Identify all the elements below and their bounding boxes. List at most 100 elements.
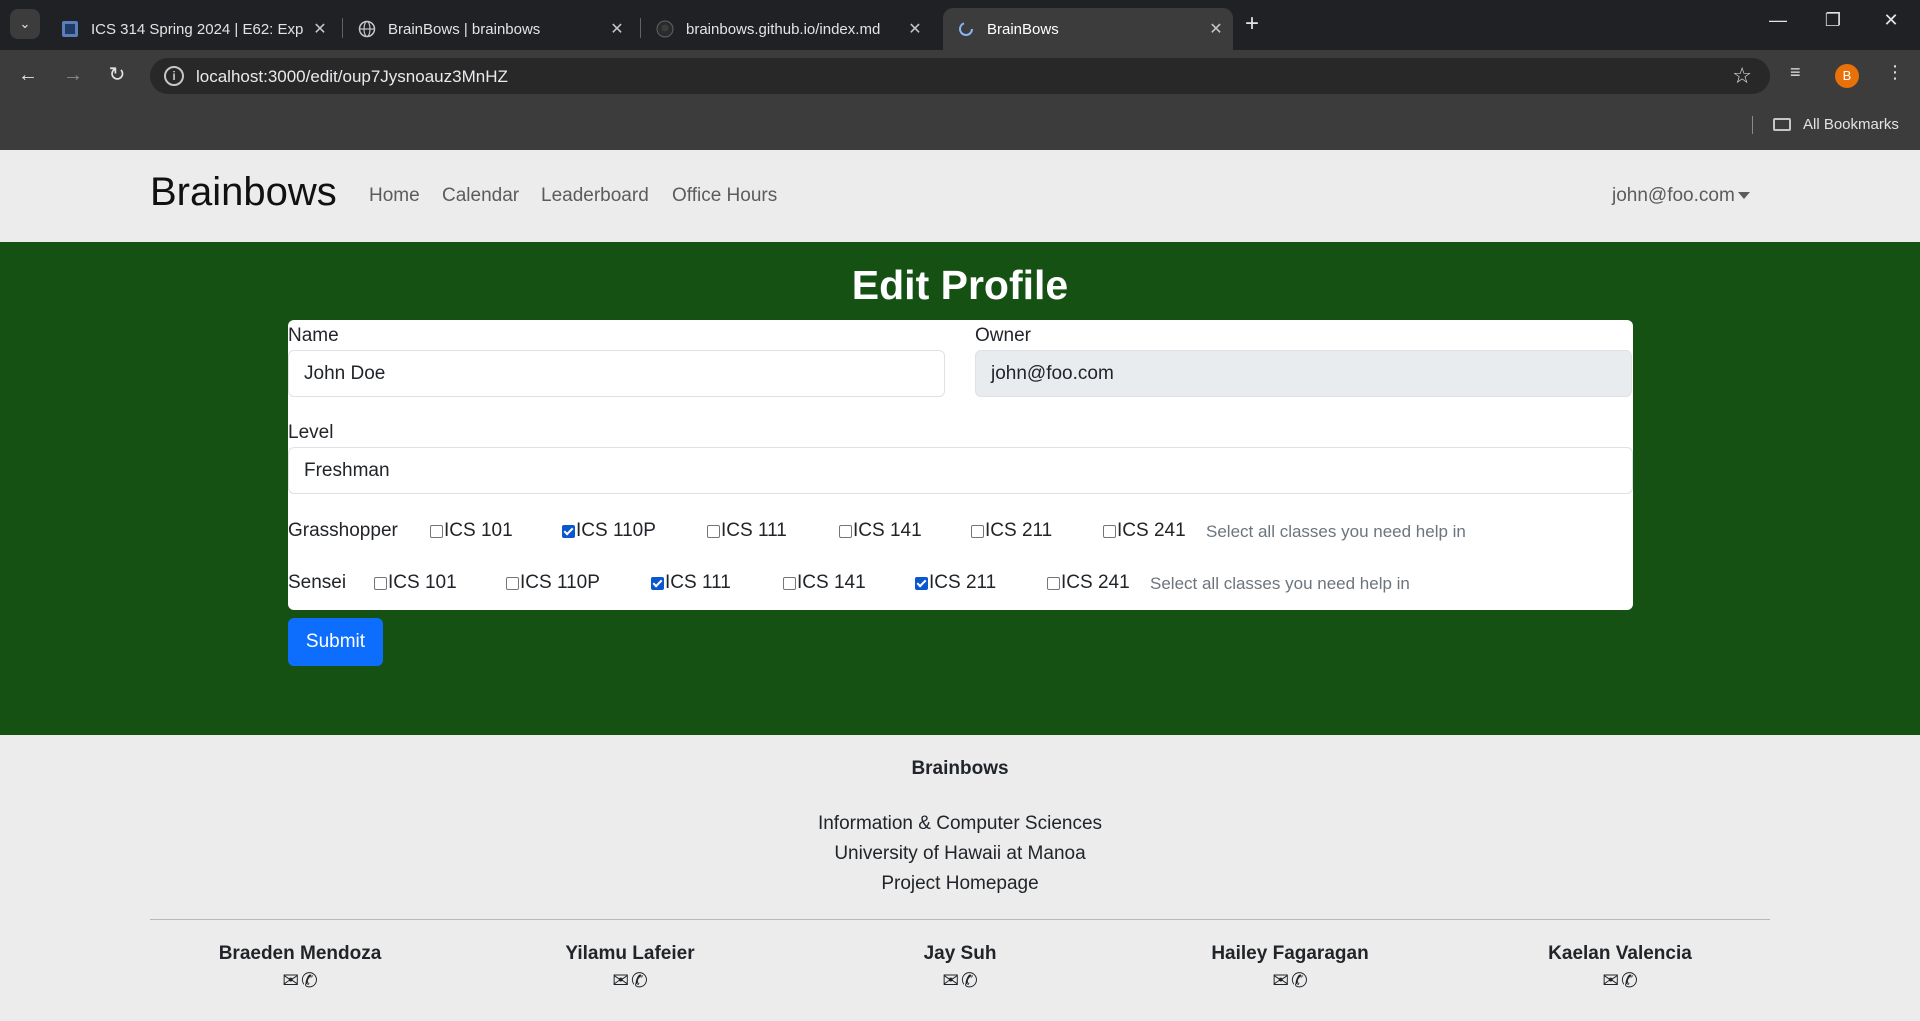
url-text[interactable]: localhost:3000/edit/oup7Jysnoauz3MnHZ [196,67,508,87]
checkbox-icon[interactable] [1103,524,1116,538]
checkbox-label: ICS 101 [444,520,513,541]
checkbox-label: ICS 110P [520,572,600,593]
grasshopper-ics110p-checkbox[interactable]: ICS 110P [562,520,656,542]
level-label: Level [288,422,334,443]
browser-tab-title: BrainBows [987,20,1059,38]
globe-icon [358,20,376,38]
caret-down-icon [1737,192,1750,200]
browser-tab-title: ICS 314 Spring 2024 | E62: Exp [91,20,304,38]
forward-arrow-icon[interactable]: → [60,62,86,88]
kebab-menu-icon[interactable]: ⋮ [1886,62,1904,83]
minimize-icon[interactable]: — [1763,10,1793,31]
grasshopper-ics111-checkbox[interactable]: ICS 111 [707,520,787,542]
nav-link-leaderboard[interactable]: Leaderboard [541,185,649,207]
team-member-card: Yilamu Lafeier ✉ ✆ [465,943,795,992]
team-member-card: Braeden Mendoza ✉ ✆ [135,943,465,992]
close-icon[interactable]: ✕ [309,19,331,39]
address-bar[interactable]: i localhost:3000/edit/oup7Jysnoauz3MnHZ … [150,58,1770,94]
envelope-icon[interactable]: ✉ [1272,971,1289,991]
window-close-icon[interactable]: ✕ [1876,10,1906,31]
checkbox-label: ICS 111 [665,572,731,593]
grasshopper-ics211-checkbox[interactable]: ICS 211 [971,520,1052,542]
browser-tab-title: brainbows.github.io/index.md [686,20,881,38]
browser-tab-1[interactable]: ICS 314 Spring 2024 | E62: Exp ✕ [47,8,337,50]
phone-icon[interactable]: ✆ [631,971,648,991]
name-input[interactable]: John Doe [288,350,945,397]
sensei-ics241-checkbox[interactable]: ICS 241 [1047,572,1130,594]
browser-tab-2[interactable]: BrainBows | brainbows ✕ [344,8,634,50]
site-info-icon[interactable]: i [164,66,184,86]
close-icon[interactable]: ✕ [1205,19,1227,39]
phone-icon[interactable]: ✆ [301,971,318,991]
profile-avatar[interactable]: B [1835,64,1859,88]
footer-project-homepage-link[interactable]: Project Homepage [0,873,1920,895]
grasshopper-ics101-checkbox[interactable]: ICS 101 [430,520,513,542]
grasshopper-ics141-checkbox[interactable]: ICS 141 [839,520,922,542]
media-queue-icon[interactable]: ≡ [1790,62,1801,83]
submit-button[interactable]: Submit [288,618,383,666]
star-icon[interactable]: ☆ [1732,63,1752,89]
checkbox-icon[interactable] [1047,576,1060,590]
github-icon [656,20,674,38]
name-label: Name [288,325,339,346]
envelope-icon[interactable]: ✉ [282,971,299,991]
checkbox-icon[interactable] [971,524,984,538]
tab-divider [342,18,343,38]
checkbox-icon[interactable] [839,524,852,538]
browser-toolbar: ← → ↻ i localhost:3000/edit/oup7Jysnoauz… [0,50,1920,100]
user-dropdown[interactable]: john@foo.com [1612,185,1750,207]
footer-department: Information & Computer Sciences [817,813,1103,834]
sensei-ics110p-checkbox[interactable]: ICS 110P [506,572,600,594]
grasshopper-label: Grasshopper [288,520,398,541]
new-tab-plus-icon[interactable]: + [1245,12,1259,36]
team-member-name: Hailey Fagaragan [1211,943,1369,964]
brand-logo[interactable]: Brainbows [150,170,337,215]
envelope-icon[interactable]: ✉ [942,971,959,991]
tab-search-button[interactable]: ⌄ [10,9,40,39]
module-icon [62,21,78,37]
checkbox-checked-icon[interactable] [915,576,928,590]
back-arrow-icon[interactable]: ← [15,62,41,88]
team-member-name: Kaelan Valencia [1548,943,1692,964]
envelope-icon[interactable]: ✉ [612,971,629,991]
edit-profile-form: Name John Doe Owner john@foo.com Level F… [288,320,1633,666]
nav-link-office-hours[interactable]: Office Hours [672,185,777,207]
phone-icon[interactable]: ✆ [1621,971,1638,991]
close-icon[interactable]: ✕ [606,19,628,39]
sensei-ics111-checkbox[interactable]: ICS 111 [651,572,731,594]
phone-icon[interactable]: ✆ [961,971,978,991]
all-bookmarks-link[interactable]: All Bookmarks [1803,116,1899,133]
checkbox-label: ICS 111 [721,520,787,541]
nav-link-home[interactable]: Home [369,185,420,207]
checkbox-icon[interactable] [374,576,387,590]
restore-icon[interactable]: ❐ [1818,10,1848,31]
reload-icon[interactable]: ↻ [104,62,130,88]
sensei-help-text: Select all classes you need help in [1150,574,1410,593]
checkbox-checked-icon[interactable] [562,524,575,538]
phone-icon[interactable]: ✆ [1291,971,1308,991]
sensei-ics211-checkbox[interactable]: ICS 211 [915,572,996,594]
team-member-card: Hailey Fagaragan ✉ ✆ [1125,943,1455,992]
checkbox-icon[interactable] [707,524,720,538]
browser-tab-3[interactable]: brainbows.github.io/index.md ✕ [642,8,932,50]
sensei-ics141-checkbox[interactable]: ICS 141 [783,572,866,594]
folder-icon[interactable] [1773,118,1791,131]
team-member-card: Jay Suh ✉ ✆ [795,943,1125,992]
checkbox-label: ICS 241 [1117,520,1186,541]
envelope-icon[interactable]: ✉ [1602,971,1619,991]
checkbox-checked-icon[interactable] [651,576,664,590]
team-member-name: Yilamu Lafeier [565,943,695,964]
checkbox-icon[interactable] [783,576,796,590]
checkbox-label: ICS 211 [985,520,1053,541]
grasshopper-ics241-checkbox[interactable]: ICS 241 [1103,520,1186,542]
level-select[interactable]: Freshman [288,447,1633,494]
checkbox-icon[interactable] [506,576,519,590]
checkbox-icon[interactable] [430,524,443,538]
close-icon[interactable]: ✕ [904,19,926,39]
team-member-card: Kaelan Valencia ✉ ✆ [1455,943,1785,992]
chevron-down-icon: ⌄ [19,16,31,31]
sensei-ics101-checkbox[interactable]: ICS 101 [374,572,457,594]
browser-tab-bar: ⌄ ICS 314 Spring 2024 | E62: Exp ✕ Brain… [0,0,1920,50]
browser-tab-4-active[interactable]: BrainBows ✕ [943,8,1233,50]
nav-link-calendar[interactable]: Calendar [442,185,519,207]
